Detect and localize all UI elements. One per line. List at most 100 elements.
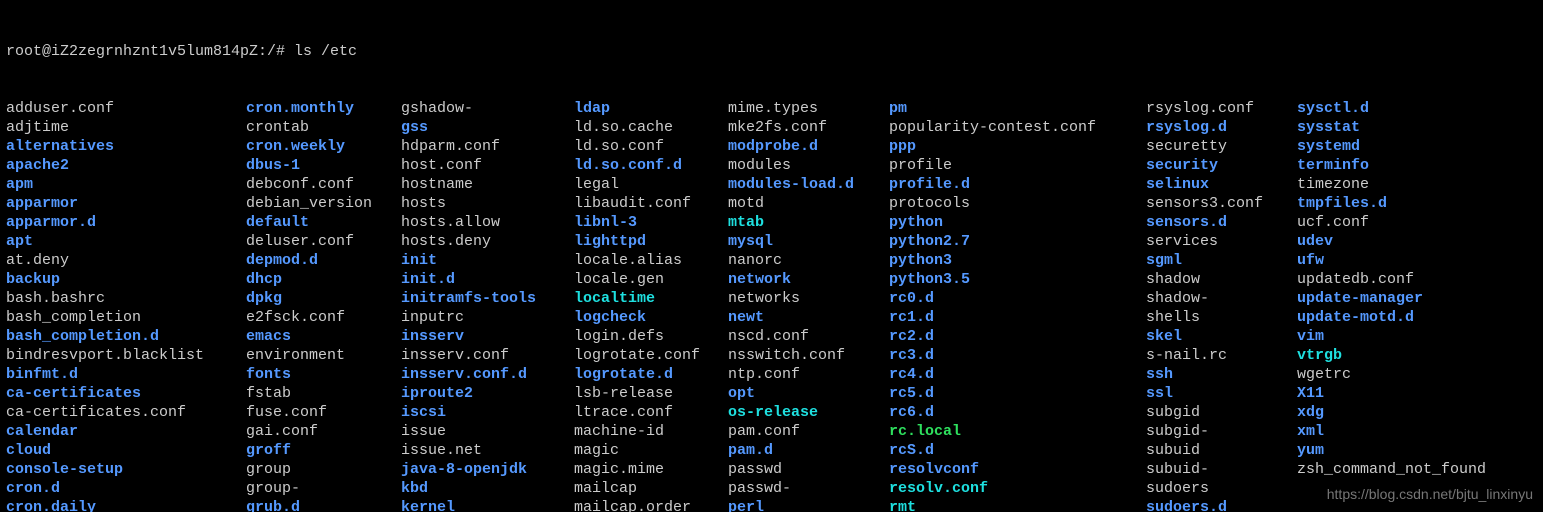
ls-entry: cron.monthly xyxy=(246,99,354,118)
ls-entry: passwd- xyxy=(728,479,791,498)
ls-entry: ld.so.conf xyxy=(574,137,664,156)
ls-entry: rsyslog.conf xyxy=(1146,99,1254,118)
ls-entry: deluser.conf xyxy=(246,232,354,251)
ls-entry: issue.net xyxy=(401,441,482,460)
ls-entry: ufw xyxy=(1297,251,1324,270)
ls-entry: rc4.d xyxy=(889,365,934,384)
ls-entry: terminfo xyxy=(1297,156,1369,175)
ls-entry: rc6.d xyxy=(889,403,934,422)
ls-entry: mime.types xyxy=(728,99,818,118)
ls-entry: debconf.conf xyxy=(246,175,354,194)
ls-entry: mke2fs.conf xyxy=(728,118,827,137)
ls-entry: modprobe.d xyxy=(728,137,818,156)
ls-entry: adjtime xyxy=(6,118,69,137)
ls-entry: ppp xyxy=(889,137,916,156)
ls-entry: resolv.conf xyxy=(889,479,988,498)
ls-entry: console-setup xyxy=(6,460,123,479)
ls-entry: gss xyxy=(401,118,428,137)
ls-entry: rsyslog.d xyxy=(1146,118,1227,137)
ls-entry: pam.conf xyxy=(728,422,800,441)
ls-entry: gai.conf xyxy=(246,422,318,441)
ls-entry: sysstat xyxy=(1297,118,1360,137)
ls-entry: hosts xyxy=(401,194,446,213)
ls-entry: apt xyxy=(6,232,33,251)
ls-entry: update-motd.d xyxy=(1297,308,1414,327)
ls-output: adduser.confadjtimealternativesapache2ap… xyxy=(6,99,1537,512)
ls-entry: hosts.deny xyxy=(401,232,491,251)
ls-entry: udev xyxy=(1297,232,1333,251)
ls-entry: initramfs-tools xyxy=(401,289,536,308)
ls-entry: python2.7 xyxy=(889,232,970,251)
ls-entry: rcS.d xyxy=(889,441,934,460)
ls-entry: X11 xyxy=(1297,384,1324,403)
ls-entry: grub.d xyxy=(246,498,300,512)
ls-entry: updatedb.conf xyxy=(1297,270,1414,289)
ls-entry: vtrgb xyxy=(1297,346,1342,365)
ls-entry: logrotate.d xyxy=(574,365,673,384)
ls-entry: ld.so.cache xyxy=(574,118,673,137)
ls-entry: shadow- xyxy=(1146,289,1209,308)
ls-entry: security xyxy=(1146,156,1218,175)
ls-entry: backup xyxy=(6,270,60,289)
ls-entry: sysctl.d xyxy=(1297,99,1369,118)
ls-entry: rc2.d xyxy=(889,327,934,346)
ls-entry: insserv.conf xyxy=(401,346,509,365)
ls-entry: subgid- xyxy=(1146,422,1209,441)
ls-entry: cron.d xyxy=(6,479,60,498)
ls-entry: cron.weekly xyxy=(246,137,345,156)
ls-entry: init.d xyxy=(401,270,455,289)
ls-entry: bash_completion.d xyxy=(6,327,159,346)
ls-entry: timezone xyxy=(1297,175,1369,194)
ls-entry: insserv.conf.d xyxy=(401,365,527,384)
ls-entry: iproute2 xyxy=(401,384,473,403)
ls-entry: ntp.conf xyxy=(728,365,800,384)
ls-entry: yum xyxy=(1297,441,1324,460)
ls-entry: modules xyxy=(728,156,791,175)
ls-entry: ca-certificates.conf xyxy=(6,403,186,422)
ls-entry: network xyxy=(728,270,791,289)
ls-entry: resolvconf xyxy=(889,460,979,479)
ls-entry: mtab xyxy=(728,213,764,232)
ls-entry: apm xyxy=(6,175,33,194)
ls-entry: python xyxy=(889,213,943,232)
ls-entry: libaudit.conf xyxy=(574,194,691,213)
ls-entry: pm xyxy=(889,99,907,118)
ls-entry: subgid xyxy=(1146,403,1200,422)
ls-entry: python3.5 xyxy=(889,270,970,289)
ls-entry: perl xyxy=(728,498,764,512)
ls-entry: passwd xyxy=(728,460,782,479)
ls-entry: subuid xyxy=(1146,441,1200,460)
ls-entry: vim xyxy=(1297,327,1324,346)
ls-entry: depmod.d xyxy=(246,251,318,270)
terminal[interactable]: root@iZ2zegrnhznt1v5lum814pZ:/# ls /etc … xyxy=(0,0,1543,512)
ls-entry: popularity-contest.conf xyxy=(889,118,1096,137)
ls-entry: login.defs xyxy=(574,327,664,346)
ls-entry: magic xyxy=(574,441,619,460)
ls-entry: systemd xyxy=(1297,137,1360,156)
ls-entry: logcheck xyxy=(574,308,646,327)
ls-entry: machine-id xyxy=(574,422,664,441)
ls-entry: dhcp xyxy=(246,270,282,289)
ls-entry: shadow xyxy=(1146,270,1200,289)
ls-entry: profile xyxy=(889,156,952,175)
ls-entry: cron.daily xyxy=(6,498,96,512)
ls-entry: locale.gen xyxy=(574,270,664,289)
ls-entry: fuse.conf xyxy=(246,403,327,422)
ls-entry: securetty xyxy=(1146,137,1227,156)
ls-entry: rc5.d xyxy=(889,384,934,403)
ls-entry: rmt xyxy=(889,498,916,512)
ls-entry: wgetrc xyxy=(1297,365,1351,384)
ls-entry: nanorc xyxy=(728,251,782,270)
ls-entry: dpkg xyxy=(246,289,282,308)
ls-entry: skel xyxy=(1146,327,1182,346)
ls-entry: environment xyxy=(246,346,345,365)
ls-entry: alternatives xyxy=(6,137,114,156)
ls-entry: emacs xyxy=(246,327,291,346)
ls-entry: bash_completion xyxy=(6,308,141,327)
ls-entry: services xyxy=(1146,232,1218,251)
ls-entry: ucf.conf xyxy=(1297,213,1369,232)
ls-entry: insserv xyxy=(401,327,464,346)
ls-entry: profile.d xyxy=(889,175,970,194)
ls-entry: sudoers.d xyxy=(1146,498,1227,512)
ls-entry: ltrace.conf xyxy=(574,403,673,422)
